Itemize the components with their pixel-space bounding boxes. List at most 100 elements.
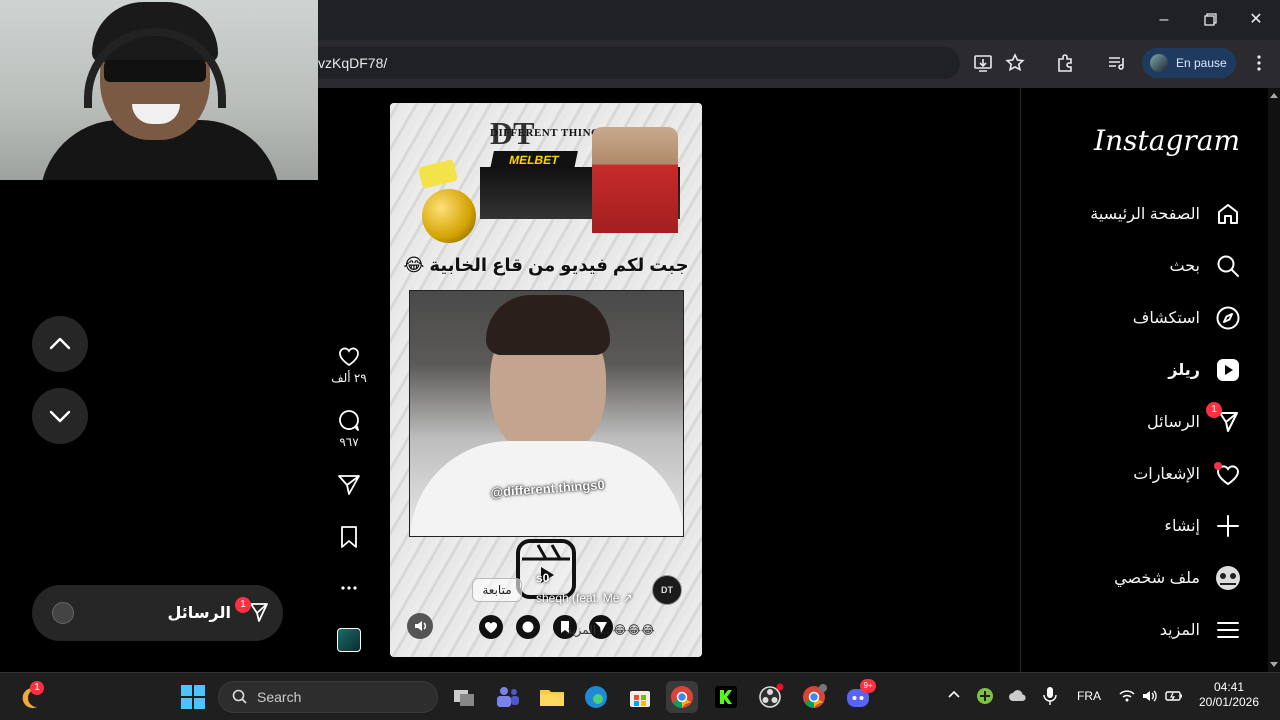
profile-avatar [1214,564,1242,592]
kick-icon [715,686,737,708]
restore-button[interactable] [1196,8,1224,32]
tray-app-icon[interactable] [976,687,994,705]
bookmark-star-button[interactable] [1002,50,1028,76]
reel-description[interactable]: 😂😂😂 ... المزيد [566,623,655,637]
follow-button[interactable]: متابعة [472,578,522,602]
sidebar-item-label: استكشاف [1132,310,1200,327]
reel-banner: DT DIFFERENT THINGS MELBET [417,115,680,245]
clock-date: 20/01/2026 [1198,695,1260,709]
install-icon [974,55,992,72]
chrome-icon [803,684,827,708]
task-view-button[interactable] [448,681,480,713]
search-icon [1214,252,1242,280]
mute-button[interactable] [407,613,433,639]
task-view-icon [454,690,474,706]
reel-audio-link[interactable]: sheqh (feat. Me ↗ [536,591,633,605]
wifi-icon[interactable] [1118,687,1136,705]
sidebar-item-create[interactable]: إنشاء [1032,506,1242,546]
close-window-button[interactable]: ✕ [1242,8,1270,32]
weather-widget[interactable]: 1 [20,681,46,711]
comment-icon [339,410,359,431]
extensions-button[interactable] [1052,50,1078,76]
media-queue-icon [1109,57,1124,70]
reels-play-icon [516,539,576,599]
start-button[interactable] [180,684,206,710]
sidebar-item-label: الرسائل [1147,414,1200,431]
author-avatar[interactable]: DT [652,575,682,605]
messages-badge: 1 [1206,402,1222,418]
plus-icon [1214,512,1242,540]
more-options-button[interactable] [329,578,369,598]
sidebar-item-search[interactable]: بحث [1032,246,1242,286]
restore-icon [1204,13,1217,26]
install-app-button[interactable] [970,50,996,76]
audio-thumbnail[interactable] [337,628,361,652]
reel-username[interactable]: s0 [536,571,549,585]
page-scrollbar[interactable] [1268,88,1280,672]
taskbar-search[interactable]: Search [218,681,438,713]
clock[interactable]: 04:41 20/01/2026 [1196,680,1262,710]
browser-menu-button[interactable] [1246,50,1272,76]
speaker-icon [415,621,426,631]
overlay-like-icon [479,615,503,639]
messages-pill-label: الرسائل [167,605,231,622]
share-button[interactable] [329,472,369,498]
sidebar-item-label: الإشعارات [1133,466,1200,483]
store-app[interactable] [624,681,656,713]
reels-icon [1214,356,1242,384]
show-hidden-icons-button[interactable] [946,687,962,703]
media-controls-button[interactable] [1104,50,1130,76]
minimize-button[interactable]: – [1150,8,1178,32]
address-bar[interactable]: vzKqDF78/ [300,47,960,79]
reel-video[interactable]: @different.things0 [409,290,684,537]
home-icon [1214,200,1242,228]
dice-image [417,158,459,190]
send-icon: 1 [1206,402,1242,436]
like-button[interactable]: ٢٩ ألف [329,343,369,385]
sidebar-item-explore[interactable]: استكشاف [1032,298,1242,338]
chrome-app-active[interactable] [666,681,698,713]
windows-taskbar: 1 Search 9+ FRA 04:41 20/01/2026 [0,672,1280,720]
next-reel-button[interactable] [32,388,88,444]
windows-logo-icon [181,685,205,709]
sidebar-item-reels[interactable]: ريلز [1032,350,1242,390]
compass-icon [1214,304,1242,332]
puzzle-icon [1058,54,1072,72]
microphone-icon[interactable] [1042,685,1058,707]
store-icon [630,691,650,707]
reel-player[interactable]: DT DIFFERENT THINGS MELBET جبت لكم فيديو… [390,103,702,657]
language-indicator[interactable]: FRA [1077,689,1101,703]
kick-app[interactable] [710,681,742,713]
like-count: ٢٩ ألف [331,371,367,385]
chevron-up-icon [948,690,960,698]
sidebar-item-home[interactable]: الصفحة الرئيسية [1032,194,1242,234]
player-image [592,127,678,233]
battery-icon[interactable] [1164,687,1184,705]
football-image [422,189,476,243]
webcam-overlay [0,0,318,180]
save-button[interactable] [329,524,369,550]
heart-icon [339,347,359,367]
sidebar-item-label: المزيد [1159,622,1200,639]
file-explorer-app[interactable] [536,681,568,713]
send-icon [338,475,360,495]
teams-app[interactable] [492,681,524,713]
volume-icon[interactable] [1140,687,1158,705]
sidebar-item-notifications[interactable]: الإشعارات [1032,454,1242,494]
notification-dot [1214,462,1222,470]
discord-app[interactable]: 9+ [842,679,876,713]
instagram-sidebar: Instagram الصفحة الرئيسية بحث استكشاف ري… [1020,88,1268,672]
sidebar-item-more[interactable]: المزيد [1032,610,1242,650]
profile-button[interactable]: En pause [1142,48,1236,78]
edge-app[interactable] [580,681,612,713]
comment-button[interactable]: ٩٦٧ [329,407,369,449]
instagram-logo[interactable]: Instagram [1094,124,1240,157]
sidebar-item-messages[interactable]: 1 الرسائل [1032,402,1242,442]
chrome-profile-app[interactable] [798,681,830,713]
onedrive-icon[interactable] [1008,687,1028,705]
channel-brand: DIFFERENT THINGS [490,127,607,139]
obs-app[interactable] [754,681,786,713]
messages-pill[interactable]: الرسائل 1 [32,585,283,641]
sidebar-item-profile[interactable]: ملف شخصي [1032,558,1242,598]
previous-reel-button[interactable] [32,316,88,372]
